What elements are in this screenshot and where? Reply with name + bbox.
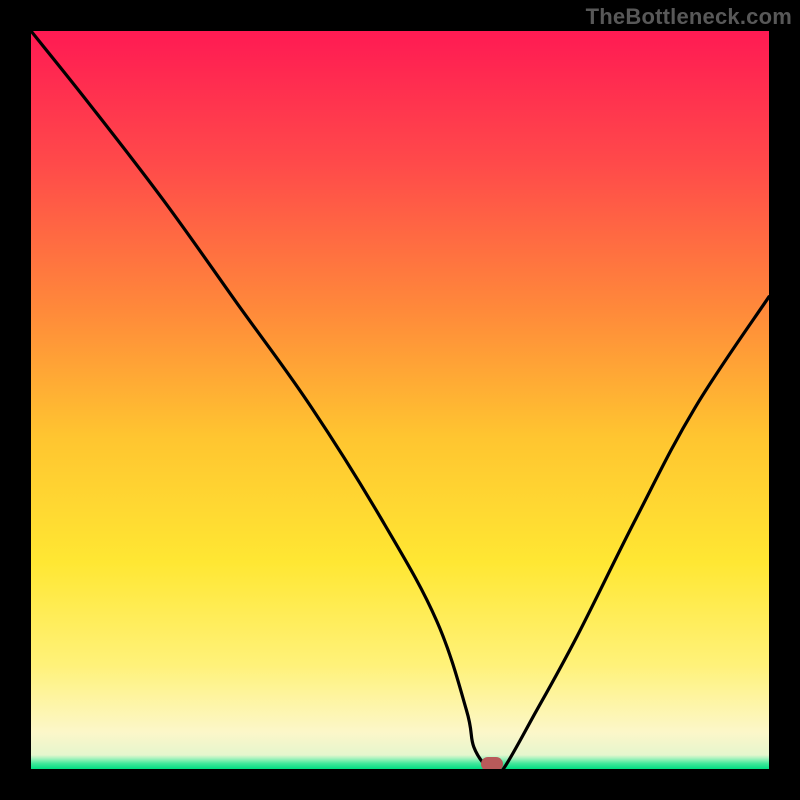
plot-area	[31, 31, 769, 769]
bottleneck-curve	[31, 31, 769, 769]
optimal-point-marker	[481, 757, 503, 769]
chart-frame: TheBottleneck.com	[0, 0, 800, 800]
watermark-text: TheBottleneck.com	[586, 4, 792, 30]
